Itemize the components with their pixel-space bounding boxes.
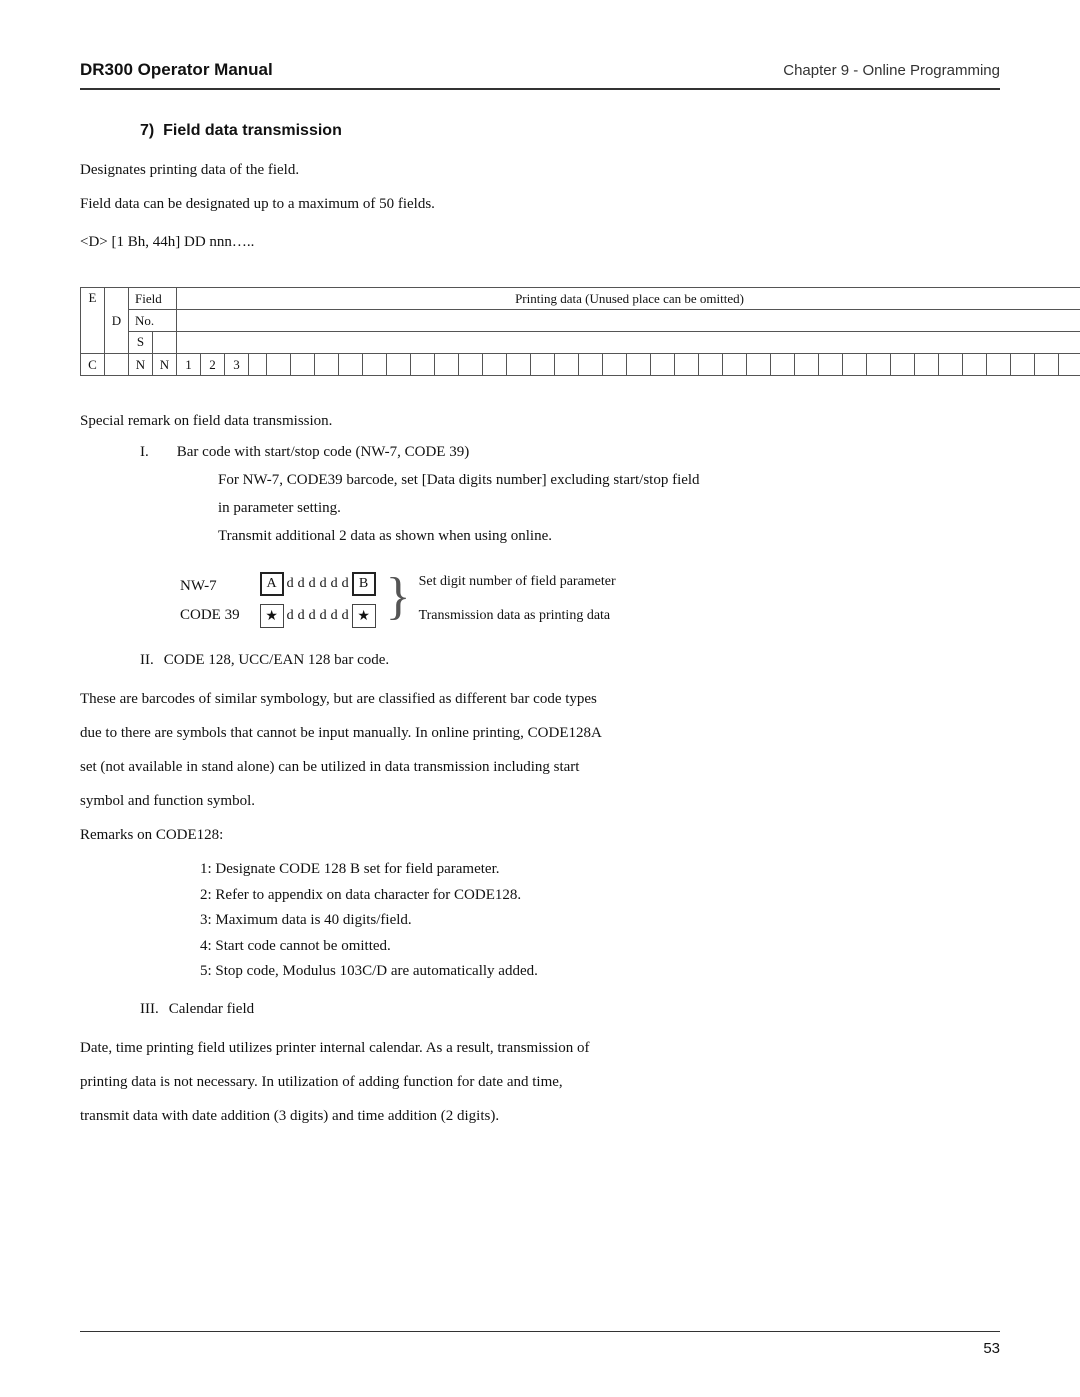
chapter-title: Chapter 9 - Online Programming xyxy=(783,62,1000,79)
annotation-group: Set digit number of field parameter Tran… xyxy=(419,572,616,625)
nw7-row: A d d d d d d B xyxy=(260,572,376,596)
box-B: B xyxy=(352,572,376,596)
nw7-label: NW-7 xyxy=(180,578,240,595)
brace-icon: } xyxy=(386,571,411,623)
body-para-1: Designates printing data of the field. xyxy=(80,158,1000,182)
ann-line-2: Transmission data as printing data xyxy=(419,606,616,626)
item-1-sub1: For NW-7, CODE39 barcode, set [Data digi… xyxy=(218,468,1000,492)
box-A: A xyxy=(260,572,284,596)
item-2-title: CODE 128, UCC/EAN 128 bar code. xyxy=(164,652,389,669)
item2-para1: These are barcodes of similar symbology,… xyxy=(80,687,1000,711)
code39-label: CODE 39 xyxy=(180,607,240,624)
item-2-header: II. CODE 128, UCC/EAN 128 bar code. xyxy=(140,652,1000,669)
ann-line-1: Set digit number of field parameter xyxy=(419,572,616,592)
item3-para2: printing data is not necessary. In utili… xyxy=(80,1070,1000,1094)
brace-annotations: } Set digit number of field parameter Tr… xyxy=(386,572,616,625)
item-3: III. Calendar field xyxy=(140,1001,1000,1018)
remarks-header: Remarks on CODE128: xyxy=(80,823,1000,847)
remark-4: 4: Start code cannot be omitted. xyxy=(200,934,1000,960)
page: DR300 Operator Manual Chapter 9 - Online… xyxy=(0,0,1080,1397)
item3-para1: Date, time printing field utilizes print… xyxy=(80,1036,1000,1060)
page-number: 53 xyxy=(983,1340,1000,1357)
remark-5: 5: Stop code, Modulus 103C/D are automat… xyxy=(200,959,1000,985)
remark-2: 2: Refer to appendix on data character f… xyxy=(200,883,1000,909)
item-2-body: These are barcodes of similar symbology,… xyxy=(80,687,1000,985)
data-table-wrapper: E D Field Printing data (Unused place ca… xyxy=(80,287,1080,376)
item-1-sub2: in parameter setting. xyxy=(218,496,1000,520)
code39-row: ★ d d d d d d ★ xyxy=(260,604,376,628)
barcode-rows: A d d d d d d B ★ d d d d d d ★ xyxy=(260,572,376,628)
page-header: DR300 Operator Manual Chapter 9 - Online… xyxy=(80,60,1000,90)
item-3-body: Date, time printing field utilizes print… xyxy=(80,1036,1000,1128)
item-1-sub3: Transmit additional 2 data as shown when… xyxy=(218,524,1000,548)
barcode-labels: NW-7 CODE 39 xyxy=(180,578,240,624)
box-star1: ★ xyxy=(260,604,284,628)
body-para-2: Field data can be designated up to a max… xyxy=(80,192,1000,216)
barcode-diagram: NW-7 CODE 39 A d d d d d d B ★ d d d d d xyxy=(180,572,1000,628)
remark-3: 3: Maximum data is 40 digits/field. xyxy=(200,908,1000,934)
item-2-numeral: II. xyxy=(140,652,154,669)
special-remark: Special remark on field data transmissio… xyxy=(80,413,1000,430)
section-title: 7) Field data transmission xyxy=(140,122,1000,140)
command-line: <D> [1 Bh, 44h] DD nnn….. xyxy=(80,234,1000,251)
item-1: I. Bar code with start/stop code (NW-7, … xyxy=(140,440,1000,548)
item-1-numeral: I. xyxy=(140,444,149,461)
page-footer: 53 xyxy=(80,1331,1000,1357)
item-1-header: I. Bar code with start/stop code (NW-7, … xyxy=(140,440,1000,464)
manual-title: DR300 Operator Manual xyxy=(80,60,273,80)
remark-1: 1: Designate CODE 128 B set for field pa… xyxy=(200,857,1000,883)
item2-para3: set (not available in stand alone) can b… xyxy=(80,755,1000,779)
box-star2: ★ xyxy=(352,604,376,628)
remarks-block: 1: Designate CODE 128 B set for field pa… xyxy=(200,857,1000,985)
item-1-title: Bar code with start/stop code (NW-7, COD… xyxy=(177,440,469,464)
item2-para4: symbol and function symbol. xyxy=(80,789,1000,813)
item-2: II. CODE 128, UCC/EAN 128 bar code. xyxy=(140,652,1000,669)
item2-para2: due to there are symbols that cannot be … xyxy=(80,721,1000,745)
item3-para3: transmit data with date addition (3 digi… xyxy=(80,1104,1000,1128)
item-3-numeral: III. xyxy=(140,1001,159,1018)
item-3-header: III. Calendar field xyxy=(140,1001,1000,1018)
data-table: E D Field Printing data (Unused place ca… xyxy=(80,287,1080,376)
item-3-title: Calendar field xyxy=(169,1001,254,1018)
